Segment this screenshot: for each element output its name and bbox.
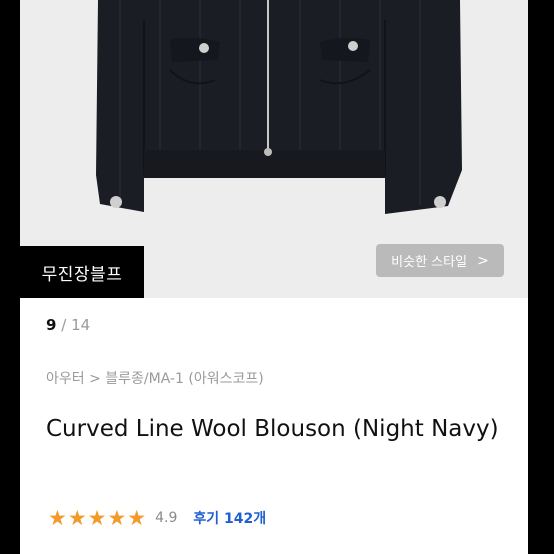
category-breadcrumb[interactable]: 아우터 > 블루종/MA-1 (아워스코프) bbox=[46, 368, 264, 388]
product-image[interactable]: 무진장블프 비슷한 스타일 > bbox=[20, 0, 528, 298]
similar-style-button[interactable]: 비슷한 스타일 > bbox=[376, 244, 504, 277]
chevron-right-icon: > bbox=[477, 252, 489, 269]
image-total: 14 bbox=[71, 316, 91, 334]
image-separator: / bbox=[61, 316, 67, 334]
rating-score: 4.9 bbox=[155, 510, 178, 526]
image-index: 9 bbox=[46, 316, 57, 334]
product-card: 무진장블프 비슷한 스타일 > 9 / 14 아우터 > 블루종/MA-1 (아… bbox=[20, 0, 528, 554]
rating-row: ★★★★★ 4.9 후기 142개 bbox=[48, 506, 266, 530]
star-rating-icon: ★★★★★ bbox=[48, 506, 148, 530]
review-count-link[interactable]: 후기 142개 bbox=[193, 508, 266, 528]
similar-style-label: 비슷한 스타일 bbox=[391, 255, 468, 270]
event-badge: 무진장블프 bbox=[20, 246, 144, 298]
image-counter: 9 / 14 bbox=[46, 316, 90, 334]
product-title: Curved Line Wool Blouson (Night Navy) bbox=[46, 416, 499, 442]
